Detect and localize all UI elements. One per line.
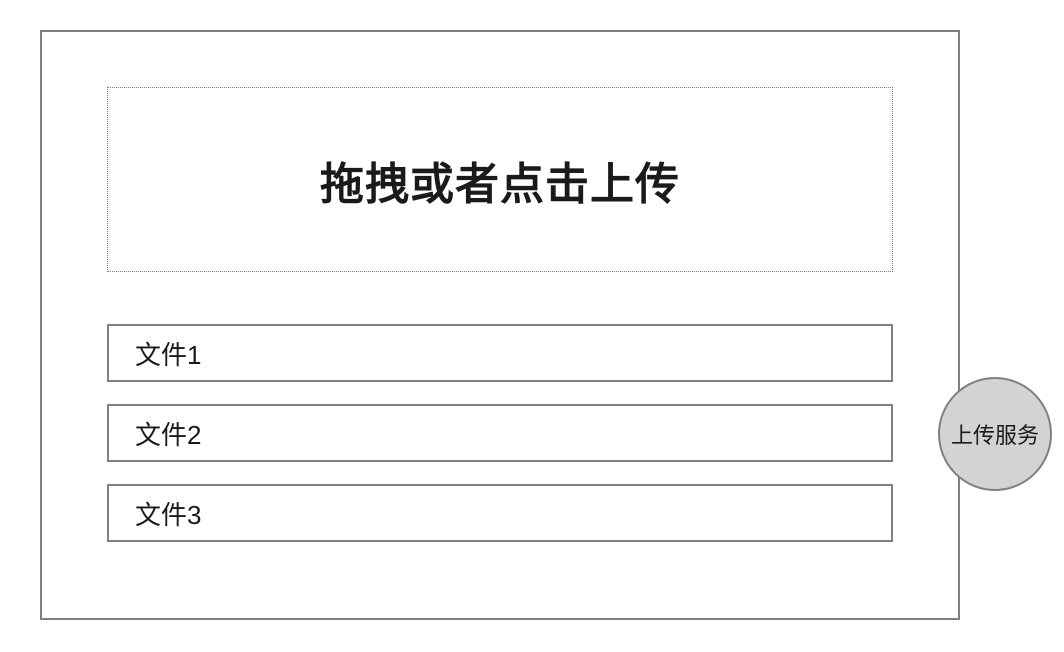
file-name: 文件2 [135,415,201,452]
upload-service-node: 上传服务 [938,377,1052,491]
upload-panel: 拖拽或者点击上传 文件1 文件2 文件3 [40,30,960,620]
upload-dropzone[interactable]: 拖拽或者点击上传 [107,87,893,272]
file-item[interactable]: 文件2 [107,404,893,462]
dropzone-label: 拖拽或者点击上传 [320,148,680,212]
file-item[interactable]: 文件3 [107,484,893,542]
upload-service-label: 上传服务 [951,418,1039,450]
file-list: 文件1 文件2 文件3 [107,324,893,542]
file-name: 文件3 [135,495,201,532]
file-name: 文件1 [135,335,201,372]
file-item[interactable]: 文件1 [107,324,893,382]
